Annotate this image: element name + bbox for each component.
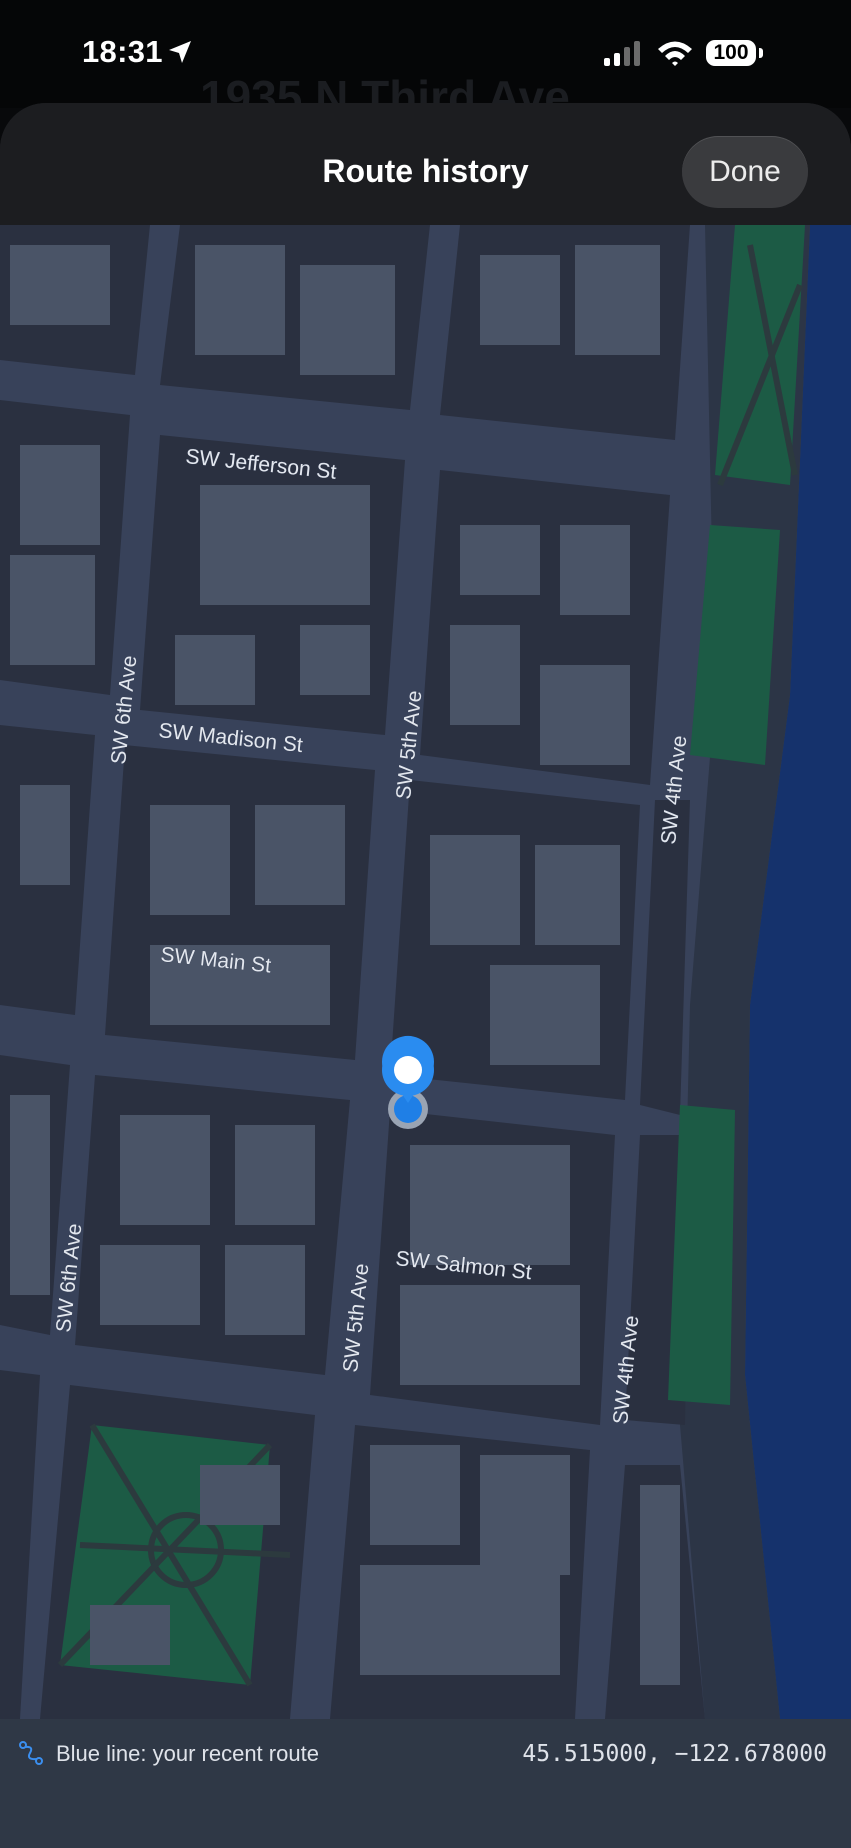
battery-icon: 100 [706, 40, 756, 66]
cellular-signal-icon [604, 41, 640, 66]
street-label-fifth-lower: SW 5th Ave [339, 1262, 373, 1373]
route-icon [19, 1741, 43, 1765]
map-canvas[interactable]: SW Jefferson St SW Madison St SW Main St… [0, 225, 851, 1719]
sheet-header: Route history Done [0, 103, 851, 225]
status-time: 18:31 [82, 34, 163, 69]
route-info-bar: Blue line: your recent route 45.515000, … [0, 1719, 851, 1848]
location-arrow-icon [169, 41, 191, 63]
wifi-icon [658, 41, 692, 66]
done-button[interactable]: Done [682, 136, 808, 208]
route-legend-text: Blue line: your recent route [56, 1741, 319, 1766]
map-view[interactable]: SW Jefferson St SW Madison St SW Main St… [0, 225, 851, 1719]
battery-nub [759, 48, 763, 58]
coordinates-readout: 45.515000, −122.678000 [522, 1741, 827, 1767]
current-location-pin[interactable] [382, 1035, 434, 1103]
route-history-sheet: Route history Done SW Jefferson St SW Ma… [0, 103, 851, 1848]
status-bar: 1935 N Third Ave 18:31 100 [0, 0, 851, 123]
